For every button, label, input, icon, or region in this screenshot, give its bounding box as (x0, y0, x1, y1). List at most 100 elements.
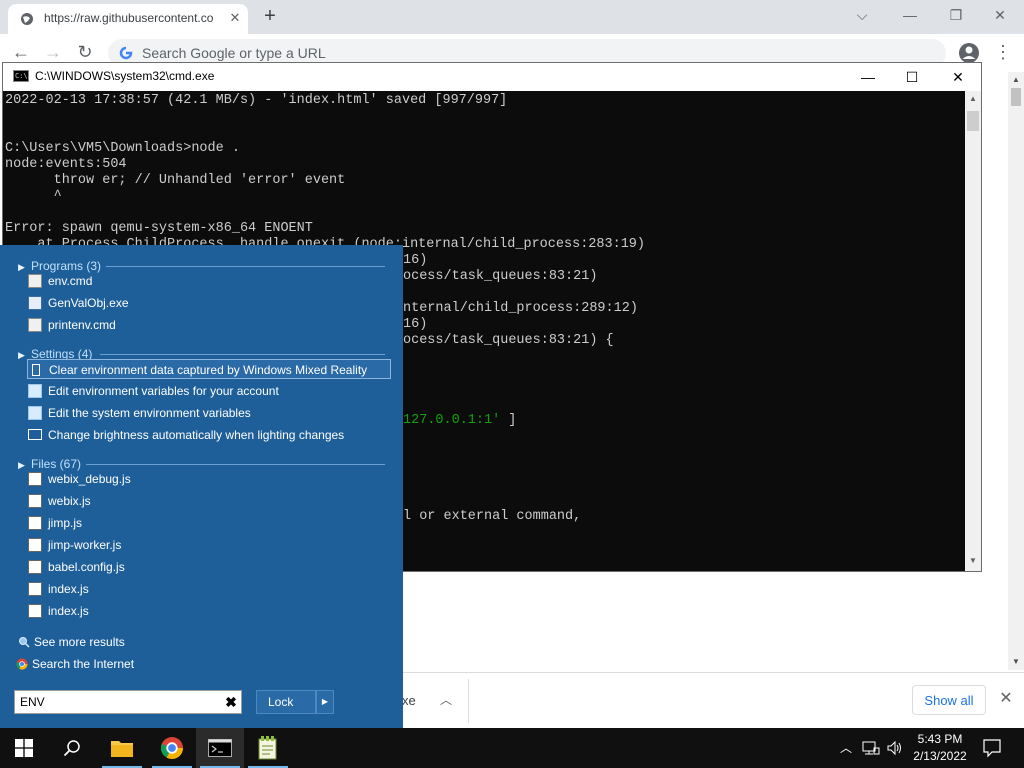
new-tab-button[interactable]: + (258, 5, 282, 29)
chrome-minimize-button[interactable]: — (888, 4, 932, 28)
see-more-results-label: See more results (34, 635, 125, 649)
search-result-item[interactable]: Edit the system environment variables (28, 403, 251, 423)
tab-search-button[interactable]: ⌵ (840, 4, 884, 28)
google-icon (119, 46, 133, 60)
browser-tab[interactable]: https://raw.githubusercontent.co ✕ (8, 4, 248, 34)
address-bar-placeholder: Search Google or type a URL (142, 45, 326, 61)
cmd-maximize-button[interactable]: ☐ (889, 65, 935, 89)
js-file-icon (28, 603, 42, 618)
search-result-item[interactable]: webix_debug.js (28, 469, 131, 489)
folder-icon (111, 741, 133, 757)
taskbar-chrome[interactable] (148, 728, 196, 768)
search-result-label: env.cmd (48, 274, 93, 288)
scroll-down-arrow-icon[interactable]: ▼ (965, 553, 981, 569)
clock-time[interactable]: 5:43 PM (912, 732, 968, 746)
search-result-item[interactable]: Edit environment variables for your acco… (28, 381, 279, 401)
start-button[interactable] (0, 728, 48, 768)
tab-title: https://raw.githubusercontent.co (44, 11, 214, 25)
console-line: 16) (403, 253, 428, 268)
console-line: nternal/child_process:289:12) (403, 301, 638, 316)
console-line: 2022-02-13 17:38:57 (42.1 MB/s) - 'index… (5, 93, 508, 108)
see-more-results-link[interactable]: See more results (18, 632, 125, 652)
notepad-icon (258, 736, 277, 760)
console-line: 127.0.0.1:1' (403, 413, 501, 428)
page-scrollbar[interactable]: ▲ ▼ (1008, 72, 1024, 670)
search-result-item[interactable]: Change brightness automatically when lig… (28, 425, 344, 445)
show-all-button[interactable]: Show all (912, 685, 986, 715)
divider (86, 464, 385, 465)
search-result-item[interactable]: env.cmd (28, 271, 92, 291)
scrollbar-thumb[interactable] (967, 111, 979, 131)
search-result-item[interactable]: Clear environment data captured by Windo… (27, 359, 391, 379)
search-result-item[interactable]: GenValObj.exe (28, 293, 129, 313)
search-result-label: jimp-worker.js (48, 538, 122, 552)
search-result-label: jimp.js (48, 516, 83, 530)
taskbar-cmd[interactable] (196, 728, 244, 768)
console-line: l or external command, (403, 509, 582, 524)
start-search-input[interactable] (20, 694, 215, 710)
js-file-icon (28, 559, 42, 574)
volume-icon[interactable] (886, 740, 904, 756)
notification-icon[interactable] (982, 738, 1002, 758)
download-options-chevron-icon[interactable]: ︿ (440, 691, 452, 708)
search-result-item[interactable]: babel.config.js (28, 557, 125, 577)
search-result-item[interactable]: printenv.cmd (28, 315, 116, 335)
divider (468, 679, 469, 723)
start-menu-search-panel: See more results Search the Internet ✖ L… (0, 245, 403, 728)
cmd-close-button[interactable]: ✕ (935, 65, 981, 89)
console-line: C:\Users\VM5\Downloads>node . (5, 141, 240, 156)
search-result-item[interactable]: jimp-worker.js (28, 535, 121, 555)
js-file-icon (28, 493, 42, 508)
taskbar-notepad-plus[interactable] (244, 728, 292, 768)
settings-icon (28, 383, 42, 398)
show-hidden-icons-chevron-icon[interactable]: ︿ (838, 738, 854, 758)
console-line: ] (500, 413, 517, 428)
search-result-item[interactable]: index.js (28, 601, 89, 621)
exe-file-icon (28, 295, 42, 310)
console-line: ocess/task_queues:83:21) { (403, 333, 614, 348)
tab-close-button[interactable]: ✕ (226, 9, 244, 27)
clock-date[interactable]: 2/13/2022 (912, 749, 968, 763)
profile-icon[interactable] (958, 42, 980, 64)
js-file-icon (28, 537, 42, 552)
chrome-close-button[interactable]: ✕ (978, 4, 1022, 28)
close-download-shelf-button[interactable]: ✕ (996, 689, 1016, 709)
lock-button[interactable]: Lock (256, 690, 316, 714)
expand-arrow-icon: ▶ (18, 460, 25, 470)
scrollbar-thumb[interactable] (1011, 88, 1021, 106)
terminal-icon (208, 739, 232, 757)
power-options-arrow-icon[interactable]: ▶ (316, 690, 334, 714)
search-result-label: index.js (48, 582, 89, 596)
scroll-up-arrow-icon[interactable]: ▲ (965, 91, 981, 107)
search-result-item[interactable]: webix.js (28, 491, 91, 511)
search-icon (19, 636, 30, 648)
chrome-menu-button[interactable]: ⋮ (994, 42, 1012, 64)
start-search-box[interactable]: ✖ (14, 690, 242, 714)
taskbar-file-explorer[interactable] (98, 728, 146, 768)
search-result-label: Edit the system environment variables (48, 406, 251, 420)
scroll-up-arrow-icon[interactable]: ▲ (1008, 72, 1024, 88)
search-result-item[interactable]: jimp.js (28, 513, 82, 533)
chrome-icon (16, 658, 28, 670)
search-button[interactable] (48, 728, 96, 768)
cmd-titlebar[interactable]: C:\ C:\WINDOWS\system32\cmd.exe — ☐ ✕ (3, 63, 981, 91)
search-the-internet-link[interactable]: Search the Internet (16, 654, 134, 674)
search-icon (63, 740, 80, 757)
console-line: Error: spawn qemu-system-x86_64 ENOENT (5, 221, 313, 236)
scroll-down-arrow-icon[interactable]: ▼ (1008, 654, 1024, 670)
cmd-minimize-button[interactable]: — (845, 65, 891, 89)
search-result-label: GenValObj.exe (48, 296, 129, 310)
console-line: throw er; // Unhandled 'error' event (5, 173, 346, 188)
network-icon[interactable] (862, 740, 880, 756)
cmd-app-icon: C:\ (13, 70, 29, 82)
download-item-name[interactable]: xe (402, 693, 416, 708)
console-line: node:events:504 (5, 157, 127, 172)
search-result-label: Edit environment variables for your acco… (48, 384, 279, 398)
windows-logo-icon (15, 739, 33, 757)
search-result-item[interactable]: index.js (28, 579, 89, 599)
chrome-restore-button[interactable]: ❐ (934, 4, 978, 28)
cmd-scrollbar[interactable]: ▲ ▼ (965, 91, 981, 571)
console-line: ocess/task_queues:83:21) (403, 269, 598, 284)
divider (100, 354, 385, 355)
clear-search-icon[interactable]: ✖ (223, 694, 239, 710)
